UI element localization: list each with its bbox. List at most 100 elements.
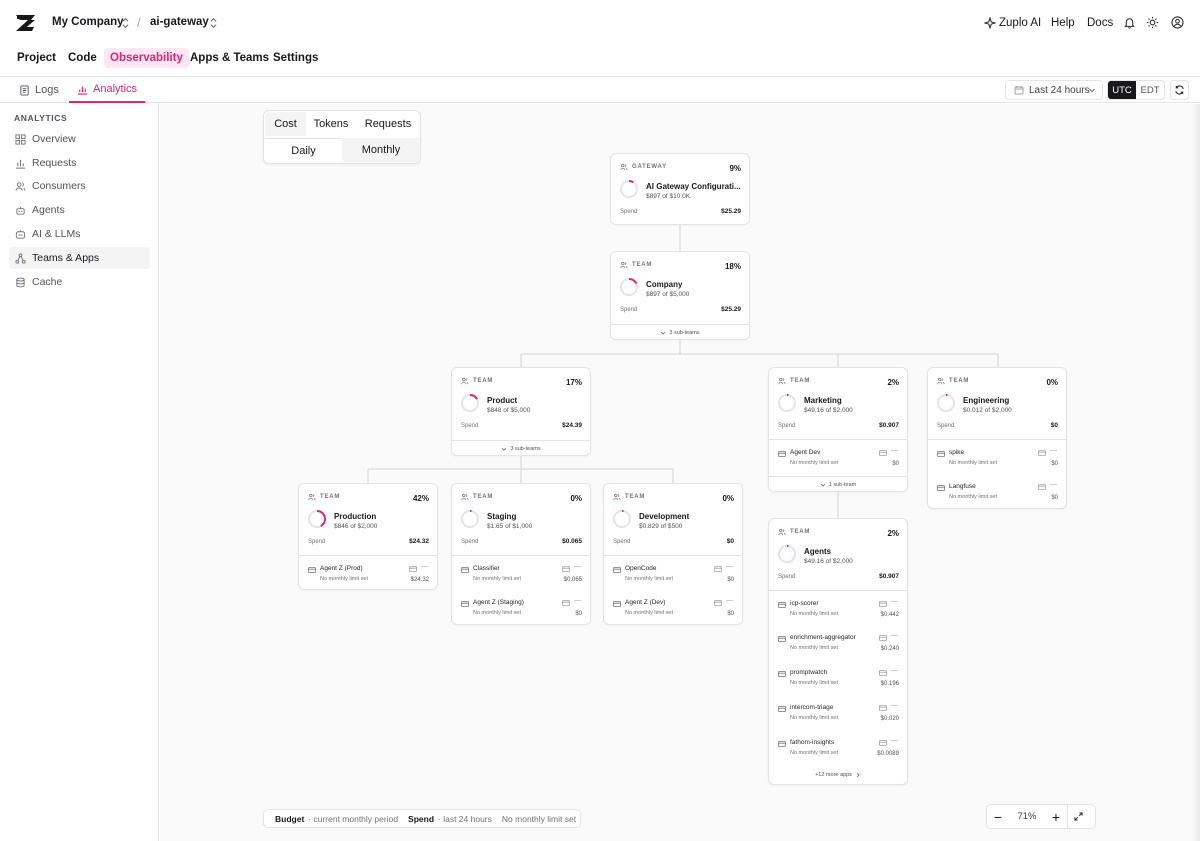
- engineering-card[interactable]: TEAM 0% Engineering $0.012 of $2,000 Spe…: [927, 367, 1067, 509]
- sparkle-icon[interactable]: [984, 17, 996, 29]
- staging-card[interactable]: TEAM 0% Staging $1.65 of $1,000 Spend $0…: [451, 483, 591, 625]
- app-row[interactable]: Agent Z (Dev) No monthly limit set — $0: [604, 590, 742, 624]
- tab-analytics-label: Analytics: [93, 83, 138, 95]
- sidebar-item-cache[interactable]: Cache: [9, 271, 150, 293]
- app-row[interactable]: Classifier No monthly limit set — $0.065: [452, 555, 590, 590]
- company-card[interactable]: TEAM 18% Company $897 of $5,000 Spend $2…: [610, 251, 750, 340]
- card-type: TEAM: [778, 377, 810, 385]
- sidebar-item-teams-apps[interactable]: Teams & Apps: [9, 247, 150, 269]
- limit-dash: —: [421, 563, 428, 570]
- app-row[interactable]: Agent Z (Prod) No monthly limit set — $2…: [299, 555, 437, 589]
- limit-card-icon: [1038, 449, 1046, 457]
- app-name: intercom-triage: [790, 704, 834, 711]
- zuplo-ai-link[interactable]: Zuplo AI: [999, 17, 1041, 29]
- product-card[interactable]: TEAM 17% Product $848 of $5,000 Spend $2…: [451, 367, 591, 456]
- tz-edt-button[interactable]: EDT: [1136, 81, 1164, 99]
- budget-percent: 9%: [729, 164, 741, 173]
- card-name: Company: [646, 280, 683, 289]
- tz-utc-button[interactable]: UTC: [1108, 81, 1136, 99]
- app-row[interactable]: promptwatch No monthly limit set — $0.19…: [769, 660, 907, 695]
- period-daily-button[interactable]: Daily: [266, 138, 341, 162]
- zoom-controls: − 71% +: [986, 804, 1096, 829]
- tab-analytics[interactable]: Analytics: [69, 77, 146, 103]
- app-name: spike: [949, 449, 965, 456]
- company-chevron-icon[interactable]: [121, 17, 130, 29]
- budget-percent: 0%: [570, 494, 582, 503]
- app-row[interactable]: Agent Z (Staging) No monthly limit set —…: [452, 590, 590, 624]
- company-switcher[interactable]: My Company: [52, 16, 124, 28]
- refresh-icon[interactable]: [1170, 80, 1189, 100]
- zoom-in-button[interactable]: +: [1045, 805, 1067, 828]
- tab-settings[interactable]: Settings: [267, 48, 324, 68]
- sidebar-item-consumers[interactable]: Consumers: [9, 175, 150, 197]
- help-link[interactable]: Help: [1051, 17, 1075, 29]
- budget-ring: [937, 394, 955, 412]
- spend-label: Spend: [778, 423, 796, 429]
- project-chevron-icon[interactable]: [209, 17, 218, 29]
- subteams-toggle[interactable]: 1 sub-team: [769, 476, 907, 491]
- app-spend: $0.442: [880, 612, 899, 618]
- card-budget: $846 of $2,000: [334, 523, 378, 530]
- legend-nolimit: No monthly limit set: [501, 813, 577, 824]
- app-row[interactable]: Agent Dev No monthly limit set — $0: [769, 439, 907, 474]
- budget-ring: [620, 278, 638, 296]
- app-name: OpenCode: [625, 565, 657, 572]
- budget-ring: [308, 510, 326, 528]
- tab-apps-teams[interactable]: Apps & Teams: [184, 48, 275, 68]
- metric-cost-button[interactable]: Cost: [265, 112, 306, 136]
- sidebar-item-requests[interactable]: Requests: [9, 152, 150, 174]
- app-name: promptwatch: [790, 669, 828, 676]
- development-card[interactable]: TEAM 0% Development $0.829 of $500 Spend…: [603, 483, 743, 625]
- limit-card-icon: [409, 565, 417, 573]
- metric-tokens-button[interactable]: Tokens: [307, 112, 355, 136]
- zoom-out-button[interactable]: −: [987, 805, 1009, 828]
- app-row[interactable]: enrichment-aggregator No monthly limit s…: [769, 625, 907, 660]
- app-row[interactable]: fathom-insights No monthly limit set — $…: [769, 730, 907, 765]
- production-card[interactable]: TEAM 42% Production $846 of $2,000 Spend…: [298, 483, 438, 590]
- app-row[interactable]: Langfuse No monthly limit set — $0: [928, 474, 1066, 508]
- teams-tree-canvas[interactable]: Cost Tokens Requests Daily Monthly GATEW…: [160, 104, 1200, 841]
- gateway-card[interactable]: GATEWAY 9% AI Gateway Configurati... $89…: [610, 153, 750, 225]
- sidebar-item-overview[interactable]: Overview: [9, 128, 150, 150]
- subteams-toggle[interactable]: 3 sub-teams: [452, 440, 590, 455]
- tab-project[interactable]: Project: [11, 48, 62, 68]
- app-card-icon: [461, 566, 469, 574]
- tab-logs[interactable]: Logs: [19, 77, 59, 103]
- theme-sun-icon[interactable]: [1146, 16, 1159, 29]
- period-monthly-button[interactable]: Monthly: [342, 138, 420, 162]
- docs-link[interactable]: Docs: [1087, 17, 1113, 29]
- limit-card-icon: [879, 634, 887, 642]
- spend-value: $25.29: [721, 208, 741, 215]
- more-apps-link[interactable]: +12 more apps: [769, 767, 907, 783]
- user-avatar-icon[interactable]: [1171, 16, 1184, 29]
- spend-label: Spend: [778, 574, 796, 580]
- fullscreen-icon[interactable]: [1067, 805, 1089, 828]
- app-limit: No monthly limit set: [790, 715, 838, 721]
- bell-icon[interactable]: [1123, 16, 1136, 29]
- tab-observability[interactable]: Observability: [104, 48, 189, 68]
- sidebar-item-agents[interactable]: Agents: [9, 199, 150, 221]
- sidebar-item-ai-llms[interactable]: AI & LLMs: [9, 223, 150, 245]
- card-budget: $49.16 of $2,000: [804, 407, 853, 414]
- project-switcher[interactable]: ai-gateway: [150, 16, 209, 28]
- app-spend: $0: [1051, 461, 1058, 467]
- limit-card-icon: [1038, 483, 1046, 491]
- time-range-select[interactable]: Last 24 hours: [1005, 80, 1103, 100]
- zoom-level: 71%: [1017, 811, 1037, 822]
- budget-percent: 0%: [1046, 378, 1058, 387]
- app-row[interactable]: icp-scorer No monthly limit set — $0.442: [769, 590, 907, 625]
- subteams-toggle[interactable]: 3 sub-teams: [611, 324, 749, 339]
- chevron-down-icon: [820, 482, 826, 488]
- limit-dash: —: [891, 667, 898, 674]
- app-row[interactable]: spike No monthly limit set — $0: [928, 439, 1066, 474]
- app-row[interactable]: intercom-triage No monthly limit set — $…: [769, 695, 907, 730]
- tab-code[interactable]: Code: [62, 48, 103, 68]
- limit-card-icon: [879, 449, 887, 457]
- zuplo-logo-icon[interactable]: [14, 13, 38, 33]
- agents-card[interactable]: TEAM 2% Agents $49.16 of $2,000 Spend $0…: [768, 518, 908, 785]
- app-row[interactable]: OpenCode No monthly limit set — $0: [604, 555, 742, 590]
- budget-percent: 18%: [724, 262, 741, 271]
- metric-requests-button[interactable]: Requests: [356, 112, 420, 136]
- limit-dash: —: [891, 702, 898, 709]
- marketing-card[interactable]: TEAM 2% Marketing $49.16 of $2,000 Spend…: [768, 367, 908, 492]
